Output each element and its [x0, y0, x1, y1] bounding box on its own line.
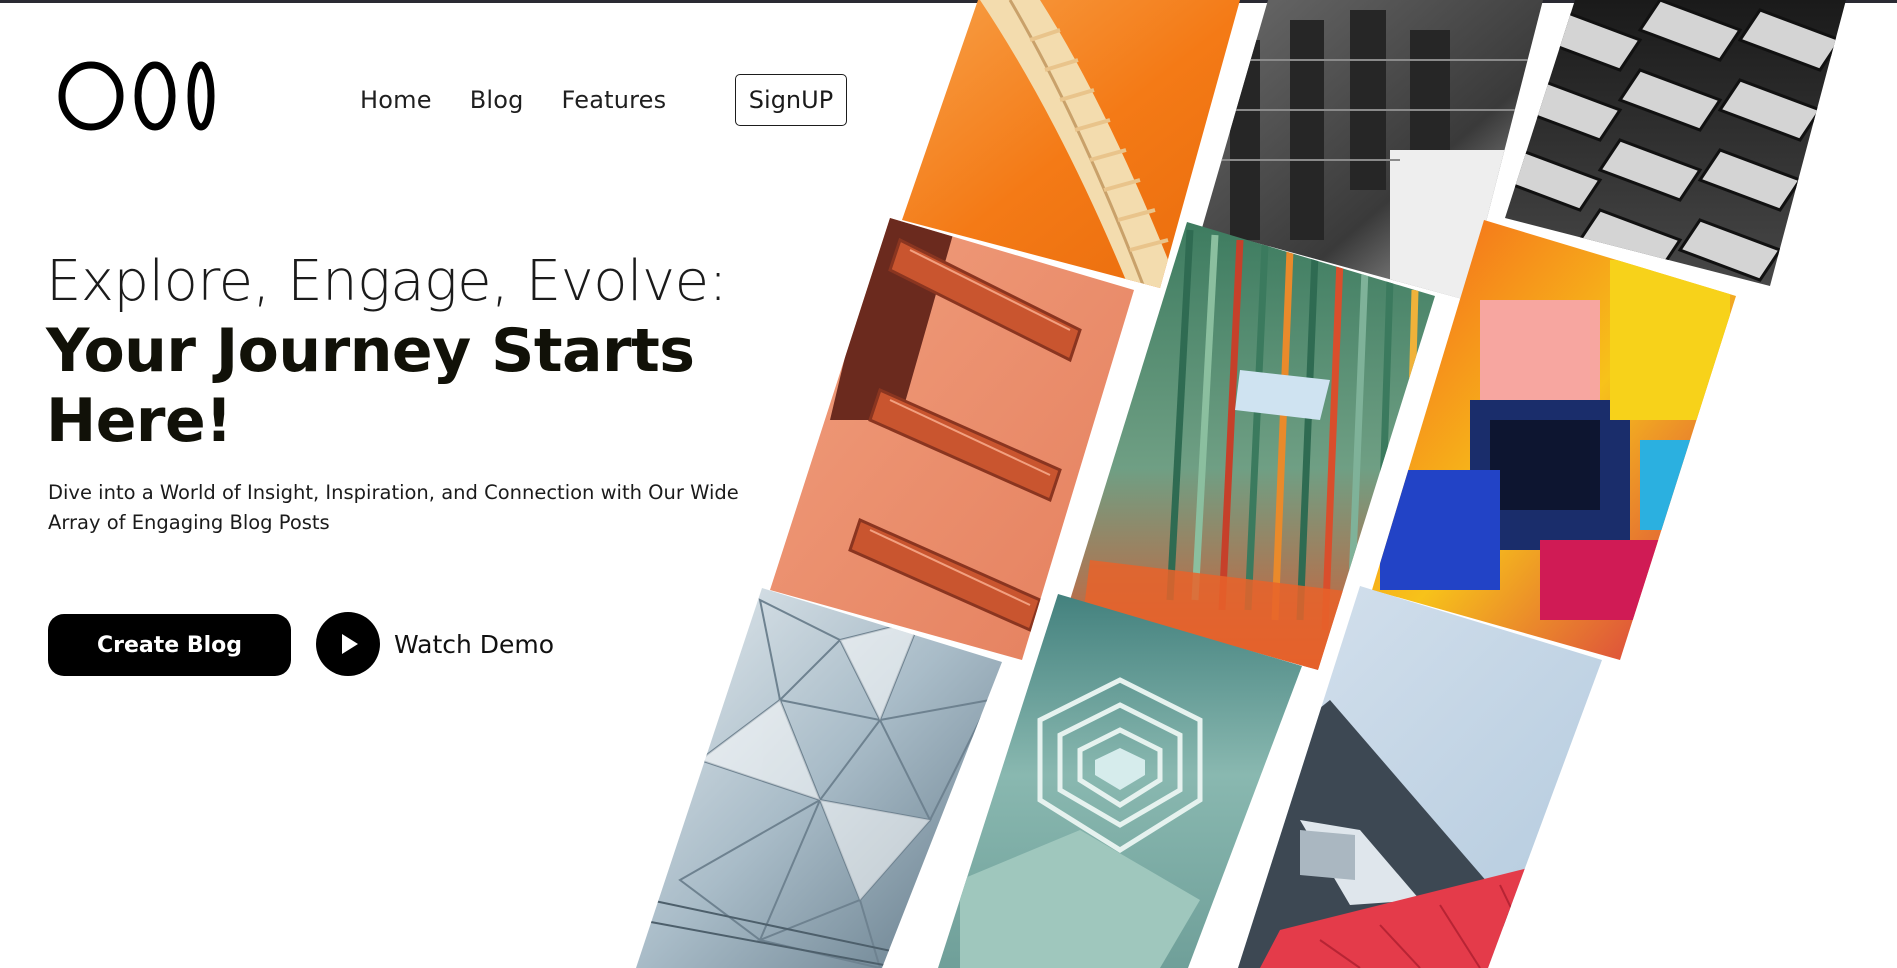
signup-button[interactable]: SignUP	[735, 74, 847, 126]
hero-title-line2: Your Journey Starts Here!	[46, 316, 695, 456]
play-icon	[316, 612, 380, 676]
create-blog-button[interactable]: Create Blog	[48, 614, 291, 676]
watch-demo-label: Watch Demo	[394, 629, 555, 659]
hero-title-line1: Explore, Engage, Evolve:	[46, 249, 728, 314]
watch-demo-button[interactable]: Watch Demo	[316, 612, 554, 676]
main-nav: Home Blog Features	[360, 82, 666, 118]
logo[interactable]	[58, 58, 228, 134]
logo-mark	[58, 61, 215, 131]
nav-home-link[interactable]: Home	[360, 86, 432, 114]
nav-blog-link[interactable]: Blog	[470, 86, 524, 114]
hero-subtitle: Dive into a World of Insight, Inspiratio…	[48, 481, 739, 534]
nav-features-link[interactable]: Features	[562, 86, 667, 114]
